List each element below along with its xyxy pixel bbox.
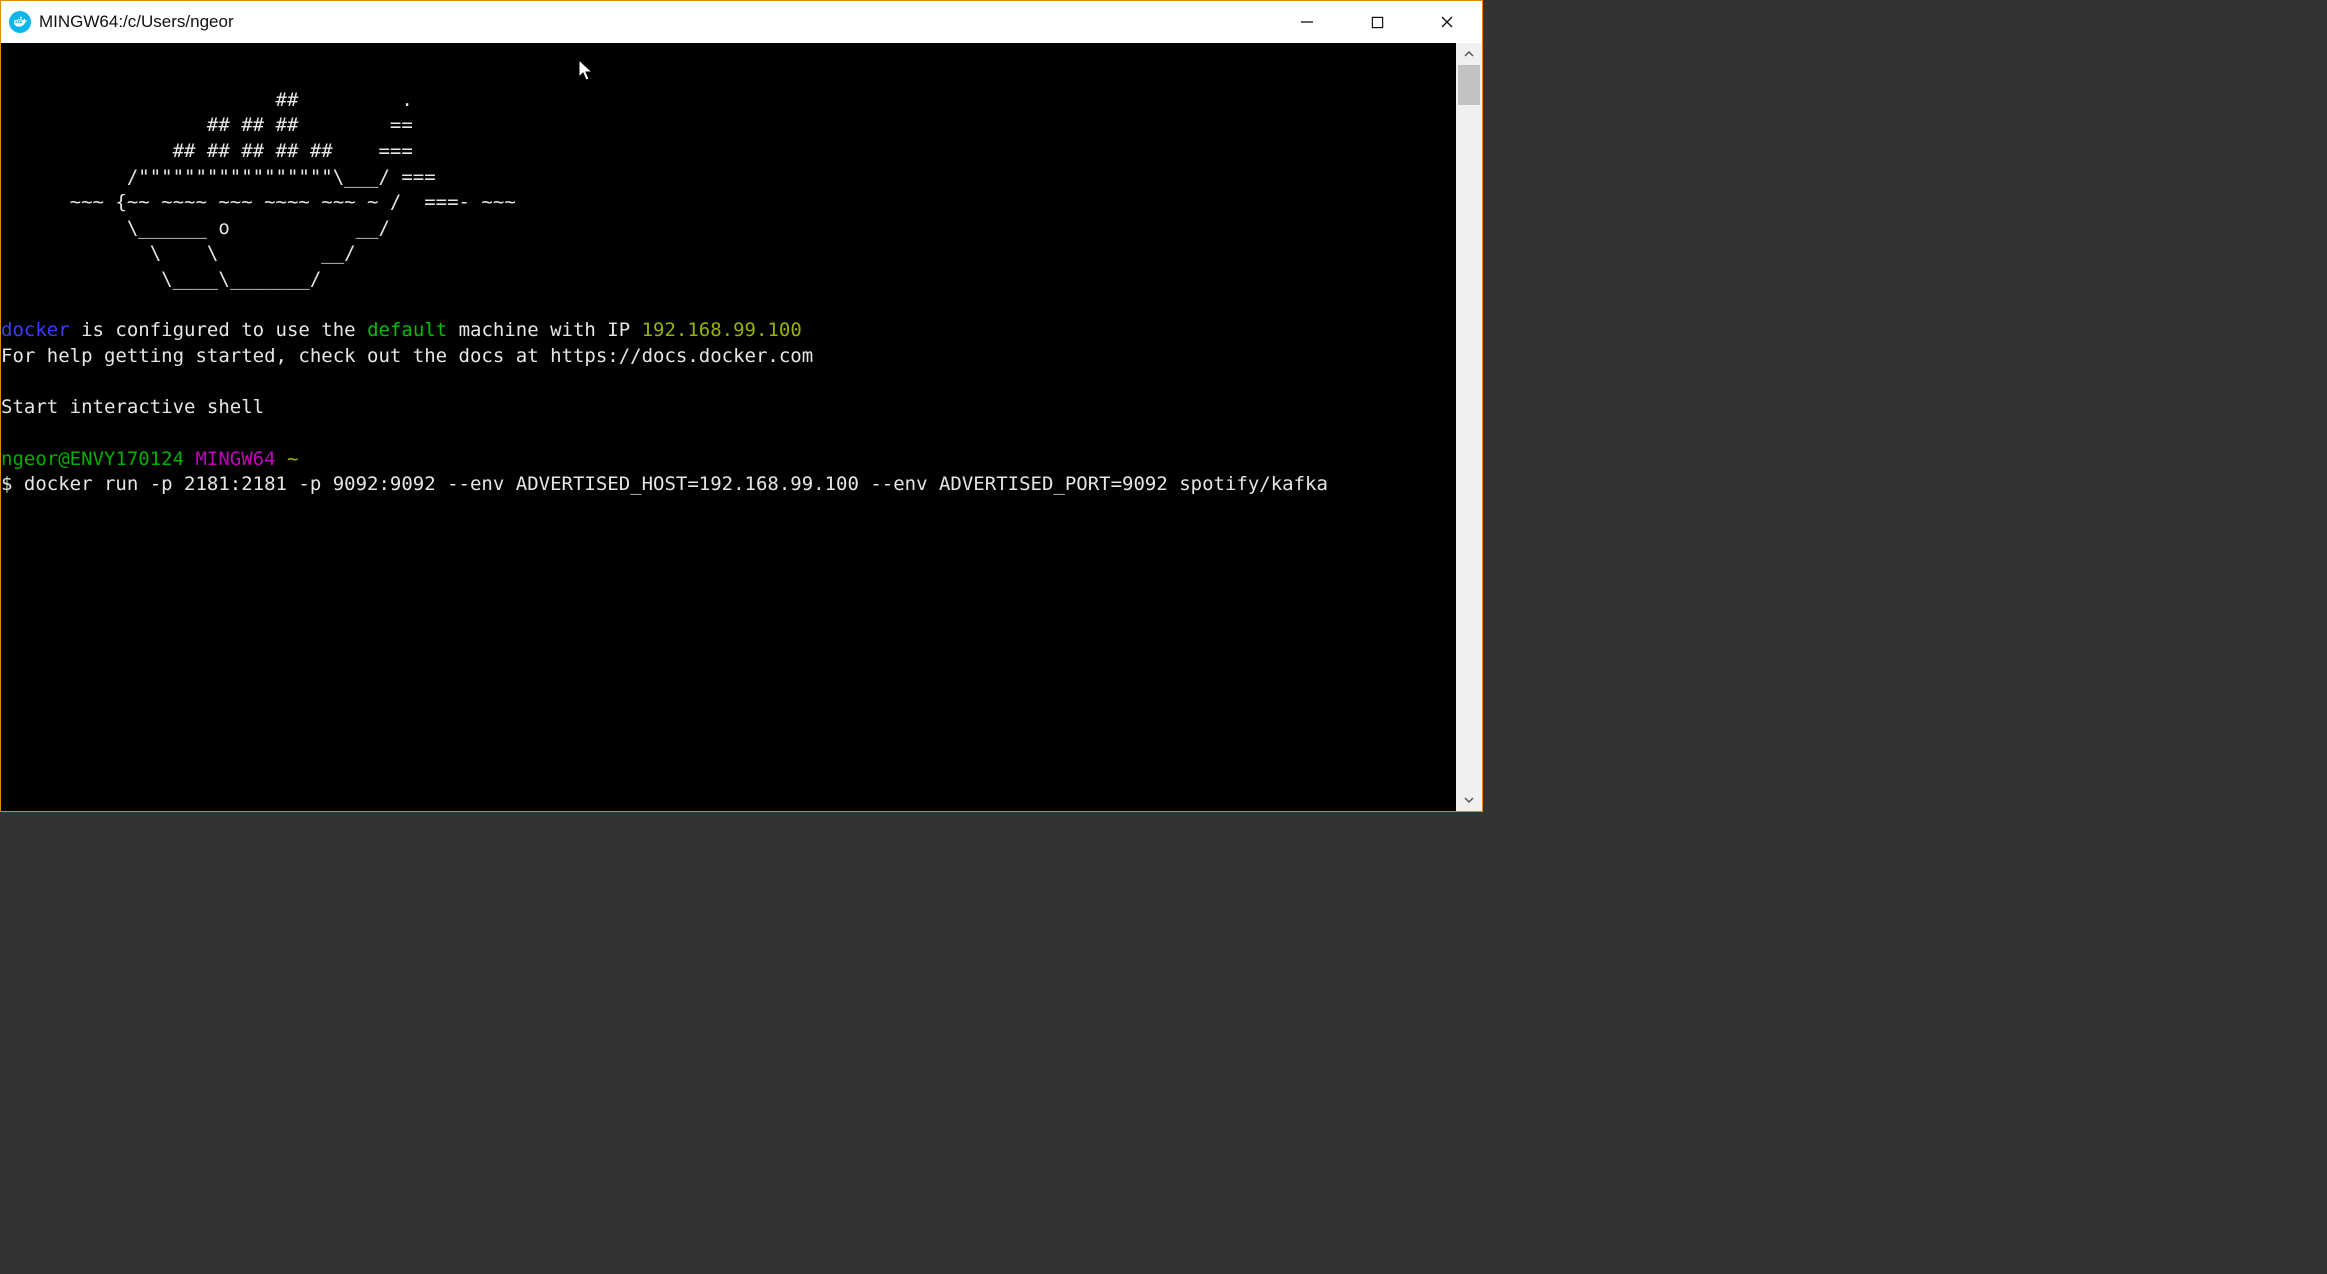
client-area: ## . ## ## ## == ## ## ## ## ## === /"""… (1, 43, 1482, 811)
terminal-window: MINGW64:/c/Users/ngeor ## . ## ## ## == (0, 0, 1483, 812)
window-controls (1272, 1, 1482, 43)
scroll-up-arrow-icon[interactable] (1456, 43, 1482, 65)
maximize-button[interactable] (1342, 1, 1412, 43)
minimize-button[interactable] (1272, 1, 1342, 43)
titlebar[interactable]: MINGW64:/c/Users/ngeor (1, 1, 1482, 43)
window-title: MINGW64:/c/Users/ngeor (39, 12, 1272, 32)
scroll-down-arrow-icon[interactable] (1456, 789, 1482, 811)
vertical-scrollbar[interactable] (1456, 43, 1482, 811)
terminal-output[interactable]: ## . ## ## ## == ## ## ## ## ## === /"""… (1, 62, 1456, 792)
scrollbar-track[interactable] (1456, 65, 1482, 789)
close-button[interactable] (1412, 1, 1482, 43)
scrollbar-thumb[interactable] (1458, 65, 1480, 105)
docker-whale-icon (9, 11, 31, 33)
